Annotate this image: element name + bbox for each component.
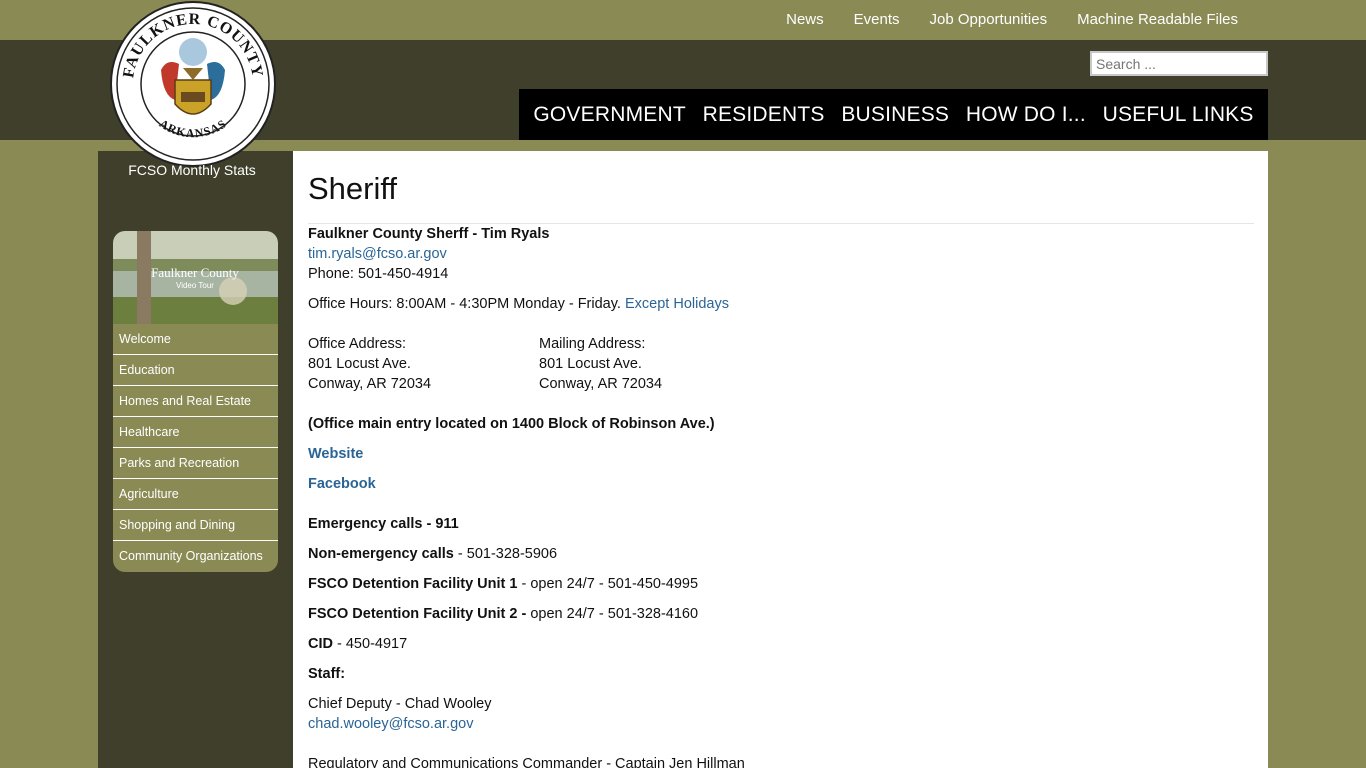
cid-value: - 450-4917 bbox=[332, 636, 408, 652]
facebook-link[interactable]: Facebook bbox=[308, 474, 376, 494]
nav-residents[interactable]: RESIDENTS bbox=[703, 103, 825, 127]
unit1-value: - open 24/7 - 501-450-4995 bbox=[517, 576, 699, 592]
search-input[interactable] bbox=[1090, 51, 1268, 76]
detention-unit-1: FSCO Detention Facility Unit 1 - open 24… bbox=[308, 574, 698, 594]
sidebar-item-welcome[interactable]: Welcome bbox=[113, 324, 278, 355]
emergency-calls: Emergency calls - 911 bbox=[308, 516, 459, 532]
unit1-label: FSCO Detention Facility Unit 1 bbox=[308, 576, 518, 592]
unit2-value: open 24/7 - 501-328-4160 bbox=[526, 606, 699, 622]
sidebar-item-homes-real-estate[interactable]: Homes and Real Estate bbox=[113, 386, 278, 417]
sidebar-item-shopping-dining[interactable]: Shopping and Dining bbox=[113, 510, 278, 541]
except-holidays-link[interactable]: Except Holidays bbox=[625, 296, 729, 312]
office-hours-text: Office Hours: 8:00AM - 4:30PM Monday - F… bbox=[308, 296, 621, 312]
office-address-line1: 801 Locust Ave. bbox=[308, 356, 411, 372]
nav-useful-links[interactable]: USEFUL LINKS bbox=[1103, 103, 1254, 127]
office-address-label: Office Address: bbox=[308, 336, 407, 352]
chief-deputy-email-link[interactable]: chad.wooley@fcso.ar.gov bbox=[308, 714, 473, 734]
sidebar-item-education[interactable]: Education bbox=[113, 355, 278, 386]
county-seal-logo[interactable]: FAULKNER COUNTY ARKANSAS bbox=[109, 0, 277, 168]
office-address-line2: Conway, AR 72034 bbox=[308, 376, 432, 392]
office-hours: Office Hours: 8:00AM - 4:30PM Monday - F… bbox=[308, 294, 729, 314]
sheriff-email-link[interactable]: tim.ryals@fcso.ar.gov bbox=[308, 244, 447, 264]
non-emergency-value: - 501-328-5906 bbox=[453, 546, 558, 562]
entry-note: (Office main entry located on 1400 Block… bbox=[308, 416, 715, 432]
cid-label: CID bbox=[308, 636, 333, 652]
main-content: Sheriff Faulkner County Sherff - Tim Rya… bbox=[293, 151, 1268, 768]
utility-link-events[interactable]: Events bbox=[854, 11, 900, 29]
website-link[interactable]: Website bbox=[308, 444, 363, 464]
sheriff-phone: Phone: 501-450-4914 bbox=[308, 266, 449, 282]
sidebar-item-healthcare[interactable]: Healthcare bbox=[113, 417, 278, 448]
sidebar-item-parks-recreation[interactable]: Parks and Recreation bbox=[113, 448, 278, 479]
utility-link-machine-readable-files[interactable]: Machine Readable Files bbox=[1077, 11, 1238, 29]
unit2-label: FSCO Detention Facility Unit 2 - bbox=[308, 606, 527, 622]
sheriff-heading: Faulkner County Sherff - Tim Ryals bbox=[308, 226, 550, 242]
page-title: Sheriff bbox=[308, 171, 398, 206]
non-emergency-calls: Non-emergency calls - 501-328-5906 bbox=[308, 544, 557, 564]
mailing-address-line2: Conway, AR 72034 bbox=[539, 376, 663, 392]
main-nav: GOVERNMENT RESIDENTS BUSINESS HOW DO I..… bbox=[519, 89, 1268, 140]
utility-nav: News Events Job Opportunities Machine Re… bbox=[756, 11, 1238, 29]
cid-phone: CID - 450-4917 bbox=[308, 634, 407, 654]
sidebar-item-community-organizations[interactable]: Community Organizations bbox=[113, 541, 278, 572]
non-emergency-label: Non-emergency calls bbox=[308, 546, 454, 562]
fcso-monthly-stats-link[interactable]: FCSO Monthly Stats bbox=[98, 162, 286, 178]
sidebar-item-agriculture[interactable]: Agriculture bbox=[113, 479, 278, 510]
video-title: Faulkner County bbox=[151, 265, 239, 280]
detention-unit-2: FSCO Detention Facility Unit 2 - open 24… bbox=[308, 604, 698, 624]
mailing-address-label: Mailing Address: bbox=[539, 336, 646, 352]
nav-business[interactable]: BUSINESS bbox=[841, 103, 949, 127]
utility-link-news[interactable]: News bbox=[786, 11, 824, 29]
video-subtitle: Video Tour bbox=[176, 281, 214, 290]
nav-government[interactable]: GOVERNMENT bbox=[533, 103, 686, 127]
sidebar-menu: Welcome Education Homes and Real Estate … bbox=[113, 324, 278, 572]
chief-deputy: Chief Deputy - Chad Wooley bbox=[308, 696, 492, 712]
staff-heading: Staff: bbox=[308, 666, 346, 682]
mailing-address-line1: 801 Locust Ave. bbox=[539, 356, 642, 372]
regulatory-commander: Regulatory and Communications Commander … bbox=[308, 756, 745, 768]
nav-how-do-i[interactable]: HOW DO I... bbox=[966, 103, 1086, 127]
utility-link-jobs[interactable]: Job Opportunities bbox=[930, 11, 1048, 29]
video-tour-banner[interactable]: Faulkner County Video Tour bbox=[113, 231, 278, 324]
